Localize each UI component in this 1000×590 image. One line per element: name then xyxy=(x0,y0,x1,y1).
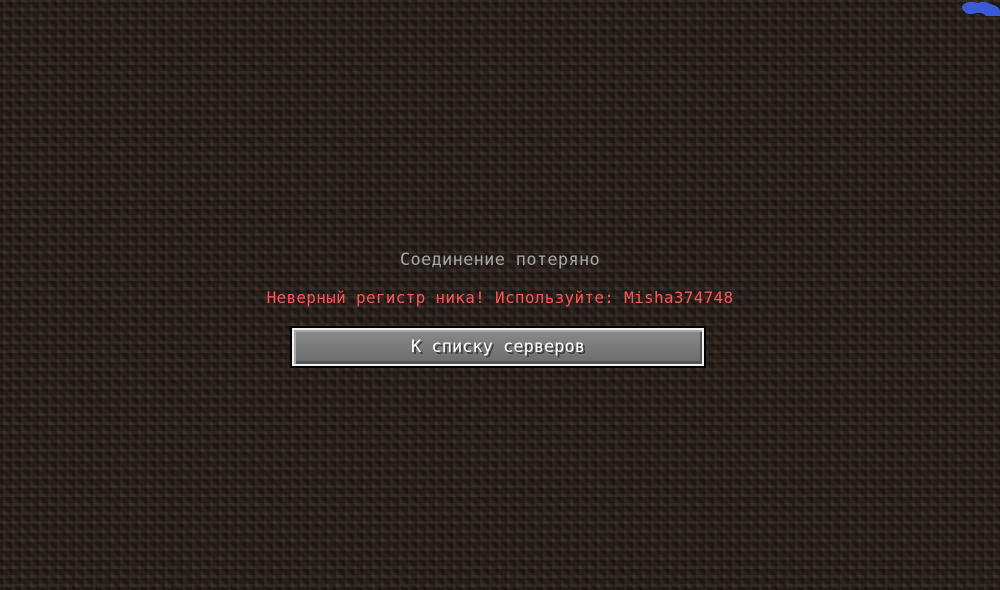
back-to-server-list-label: К списку серверов xyxy=(411,337,585,357)
disconnect-title: Соединение потеряно xyxy=(399,250,601,270)
blue-blob-icon xyxy=(962,1,1000,16)
back-to-server-list-button[interactable]: К списку серверов xyxy=(290,326,706,368)
disconnect-screen: Соединение потеряно Неверный регистр ник… xyxy=(0,0,1000,590)
disconnect-reason: Неверный регистр ника! Используйте: Mish… xyxy=(266,288,734,307)
